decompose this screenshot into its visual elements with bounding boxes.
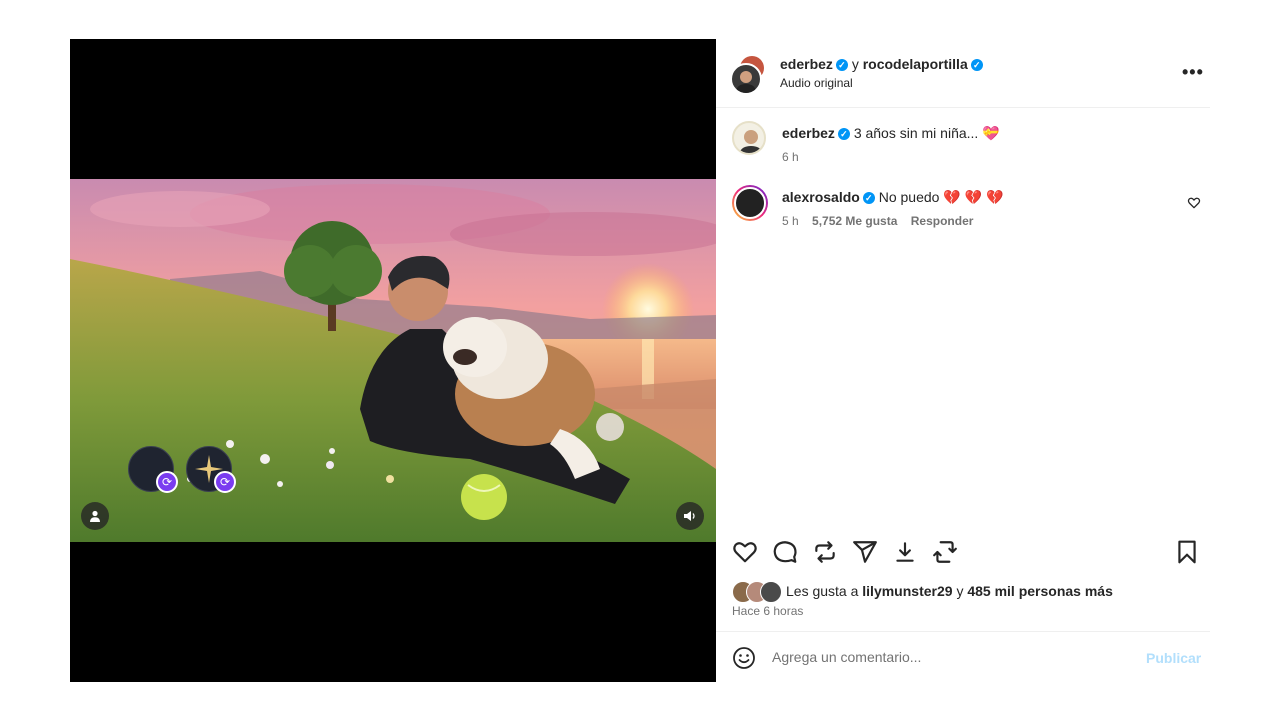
comment-meta: 5 h 5,752 Me gusta Responder [782,214,983,228]
verified-badge-icon: ✓ [835,59,848,71]
likes-summary: Les gusta a lilymunster29 y 485 mil pers… [732,579,1202,603]
likes-connector: y [956,583,964,599]
share-icon[interactable] [852,539,878,565]
likes-others[interactable]: 485 mil personas más [967,583,1113,599]
comment-username[interactable]: ederbez [782,125,835,141]
post-authors: ederbez ✓ y rocodelaportilla ✓ [780,56,983,72]
comment-composer: Publicar [716,631,1210,683]
post-timestamp[interactable]: Hace 6 horas [732,604,803,618]
comment-like-heart-icon[interactable] [1187,196,1201,210]
liker-username[interactable]: lilymunster29 [862,583,952,599]
publish-button[interactable]: Publicar [1146,650,1201,666]
reply-button[interactable]: Responder [911,214,974,228]
comment-username[interactable]: alexrosaldo [782,189,860,205]
tagged-people-button[interactable] [81,502,109,530]
comment-likes-count[interactable]: 5,752 Me gusta [812,214,897,228]
comment-input[interactable] [772,645,1112,669]
video-frame: ⟳ ⟳ [70,179,716,542]
comment-item: alexrosaldo ✓ No puedo 💔 💔 💔 5 h 5,752 Me… [732,185,1202,235]
caption-comment: ederbez ✓ 3 años sin mi niña... 💝 6 h [732,121,1202,169]
remix-icon[interactable] [932,539,958,565]
authors-connector: y [851,56,859,72]
commenter-avatar[interactable] [732,185,768,221]
sound-toggle-button[interactable] [676,502,704,530]
liker-avatar [760,581,782,603]
post-header: ederbez ✓ y rocodelaportilla ✓ Audio origi… [716,39,1210,108]
post-details-panel: ederbez ✓ y rocodelaportilla ✓ Audio origi… [716,39,1210,682]
speaker-icon [684,511,695,521]
repost-icon[interactable] [812,539,838,565]
comment-text: No puedo 💔 💔 💔 [878,189,1004,205]
reel-video[interactable]: ⟳ ⟳ [70,39,716,682]
likes-prefix: Les gusta a [786,583,859,599]
audio-link[interactable]: Audio original [780,76,853,90]
verified-badge-icon: ✓ [970,59,983,71]
comment-text-line: alexrosaldo ✓ No puedo 💔 💔 💔 [782,189,1003,206]
comment-time[interactable]: 6 h [782,150,799,164]
heart-icon[interactable] [732,539,758,565]
commenter-avatar-image [734,187,766,219]
comment-icon[interactable] [772,539,798,565]
repost-badge-icon: ⟳ [156,471,178,493]
commenter-avatar[interactable] [732,121,766,155]
download-icon[interactable] [892,539,918,565]
more-options-icon[interactable]: ••• [1182,62,1204,83]
verified-badge-icon: ✓ [862,192,875,204]
coauthor-username[interactable]: rocodelaportilla [863,56,968,72]
likes-text: Les gusta a lilymunster29 y 485 mil pers… [786,583,1113,599]
comment-text-line: ederbez ✓ 3 años sin mi niña... 💝 [782,125,1000,142]
comment-meta: 6 h [782,150,809,164]
person-icon [90,510,100,522]
comment-time[interactable]: 5 h [782,214,799,228]
author-avatar[interactable] [730,63,762,95]
repost-badge-icon: ⟳ [214,471,236,493]
bookmark-icon[interactable] [1174,539,1200,565]
author-face-icon [736,71,756,93]
emoji-icon[interactable] [732,646,756,670]
verified-badge-icon: ✓ [837,128,850,140]
author-username[interactable]: ederbez [780,56,833,72]
commenter-face-icon [739,130,763,153]
post-actions-bar [716,529,1210,579]
comment-text: 3 años sin mi niña... 💝 [853,125,1000,141]
